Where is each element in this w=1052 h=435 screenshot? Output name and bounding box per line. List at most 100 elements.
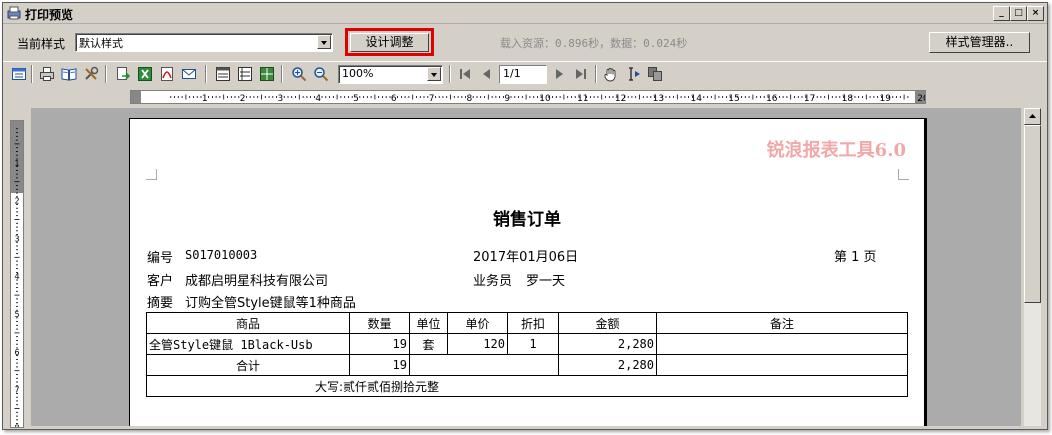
cell-qty: 19 — [349, 333, 410, 355]
ruler-number: 18 — [842, 94, 854, 103]
first-page-icon[interactable] — [457, 66, 473, 82]
header-qty: 数量 — [349, 312, 410, 334]
prev-page-icon[interactable] — [479, 66, 495, 82]
report-title: 销售订单 — [493, 210, 561, 230]
style-row: 当前样式 默认样式 设计调整 载入资源：0.896秒，数据：0.024秒 样式管… — [3, 25, 1047, 59]
ruler-number: 9 — [504, 94, 510, 103]
cell-note — [656, 333, 908, 355]
pdf-icon[interactable] — [159, 66, 175, 82]
style-select-value: 默认样式 — [79, 37, 123, 50]
style-manager-button[interactable]: 样式管理器.. — [929, 32, 1030, 53]
header-unit: 单位 — [409, 312, 448, 334]
ruler-number: 16 — [766, 94, 778, 103]
ruler-number: 8 — [467, 94, 473, 103]
preview-canvas[interactable]: 锐浪报表工具6.0 销售订单 编号 S017010003 2017年01月06日… — [31, 108, 1021, 426]
minimize-button[interactable]: _ — [993, 6, 1010, 21]
toolbar-separator — [449, 65, 451, 83]
copy-icon[interactable] — [647, 66, 663, 82]
layout3-icon[interactable] — [259, 66, 275, 82]
ruler-number: 5 — [14, 310, 19, 319]
select-text-icon[interactable] — [625, 66, 641, 82]
layout1-icon[interactable] — [215, 66, 231, 82]
cell-price: 120 — [447, 333, 508, 355]
print-icon[interactable] — [39, 66, 55, 82]
ruler-number: 4 — [315, 94, 321, 103]
scroll-up-button[interactable] — [1024, 108, 1041, 125]
zoom-select[interactable]: 100% — [338, 65, 443, 84]
ruler-number: 12 — [615, 94, 626, 103]
load-status-text: 载入资源：0.896秒，数据：0.024秒 — [500, 37, 688, 50]
next-page-icon[interactable] — [551, 66, 567, 82]
ruler-number: 7 — [14, 386, 19, 395]
toolbar-separator — [281, 65, 283, 83]
ruler-number: 3 — [278, 94, 284, 103]
close-button[interactable]: × — [1027, 6, 1044, 21]
table-header-row: 商品 数量 单位 单价 折扣 金额 备注 — [146, 312, 908, 334]
ruler-number: 6 — [14, 348, 19, 357]
ruler-number: 1 — [202, 94, 208, 103]
customer-value: 成都启明星科技有限公司 — [185, 274, 329, 289]
order-date: 2017年01月06日 — [473, 250, 579, 265]
ruler-number: 5 — [353, 94, 359, 103]
scroll-thumb[interactable] — [1024, 125, 1041, 303]
order-table: 商品 数量 单位 单价 折扣 金额 备注 全管Style键鼠 1Black-Us… — [146, 312, 908, 397]
ruler-number: 4 — [14, 272, 19, 281]
excel-icon[interactable] — [137, 66, 153, 82]
book-icon[interactable] — [61, 66, 77, 82]
ruler-number: 10 — [539, 94, 551, 103]
style-label: 当前样式 — [17, 37, 66, 51]
ruler-number: 20 — [917, 94, 925, 103]
capital-row: 大写:贰仟贰佰捌拾元整 — [146, 375, 908, 397]
salesperson-value: 罗一天 — [526, 274, 566, 289]
report-page: 锐浪报表工具6.0 销售订单 编号 S017010003 2017年01月06日… — [129, 118, 927, 426]
window-title: 打印预览 — [25, 8, 74, 22]
page-number: 第 1 页 — [834, 250, 877, 265]
ruler-number: 6 — [391, 94, 397, 103]
email-icon[interactable] — [181, 66, 197, 82]
layout2-icon[interactable] — [237, 66, 253, 82]
table-total-row: 合计 19 2,280 — [146, 354, 908, 376]
hand-icon[interactable] — [603, 66, 619, 82]
header-price: 单价 — [447, 312, 508, 334]
summary-value: 订购全管Style键鼠等1种商品 — [185, 296, 356, 311]
cell-amount: 2,280 — [558, 333, 657, 355]
order-no-label: 编号 — [147, 251, 174, 266]
margin-corner-mark — [146, 169, 157, 180]
salesperson-label: 业务员 — [473, 274, 513, 289]
maximize-button[interactable]: □ — [1010, 6, 1027, 21]
ruler-number: 2 — [240, 94, 246, 103]
ruler-number: 8 — [14, 423, 19, 427]
customer-label: 客户 — [147, 274, 174, 289]
ruler-number: 14 — [690, 94, 702, 103]
zoom-value: 100% — [342, 67, 374, 80]
style-select[interactable]: 默认样式 — [75, 33, 333, 52]
toolbar-separator — [31, 65, 33, 83]
toolbar-separator — [205, 65, 207, 83]
header-product: 商品 — [146, 312, 350, 334]
ruler-number: 17 — [804, 94, 815, 103]
chevron-down-icon[interactable] — [317, 35, 331, 49]
zoom-out-icon[interactable] — [313, 66, 329, 82]
export-icon[interactable] — [115, 66, 131, 82]
horizontal-ruler: 1234567891011121314151617181920 — [130, 90, 929, 104]
design-adjust-button[interactable]: 设计调整 — [350, 33, 429, 52]
title-bar: 打印预览 _ □ × — [3, 3, 1047, 24]
total-amount: 2,280 — [558, 354, 657, 376]
page-input-value: 1/1 — [503, 67, 521, 80]
chevron-down-icon[interactable] — [427, 67, 441, 81]
ruler-margin-block — [11, 121, 23, 193]
vertical-scrollbar[interactable] — [1024, 108, 1041, 426]
ruler-number: 2 — [14, 197, 19, 206]
capital-amount: 大写:贰仟贰佰捌拾元整 — [146, 375, 908, 397]
view-icon[interactable] — [11, 66, 27, 82]
cell-unit: 套 — [409, 333, 448, 355]
zoom-in-icon[interactable] — [291, 66, 307, 82]
cell-product: 全管Style键鼠 1Black-Usb — [146, 333, 350, 355]
ruler-number: 1 — [14, 159, 19, 168]
ruler-number: 3 — [14, 234, 19, 243]
last-page-icon[interactable] — [573, 66, 589, 82]
total-empty — [409, 354, 559, 376]
tools-icon[interactable] — [83, 66, 99, 82]
page-input[interactable]: 1/1 — [499, 65, 547, 84]
ruler-margin-block — [131, 91, 141, 103]
